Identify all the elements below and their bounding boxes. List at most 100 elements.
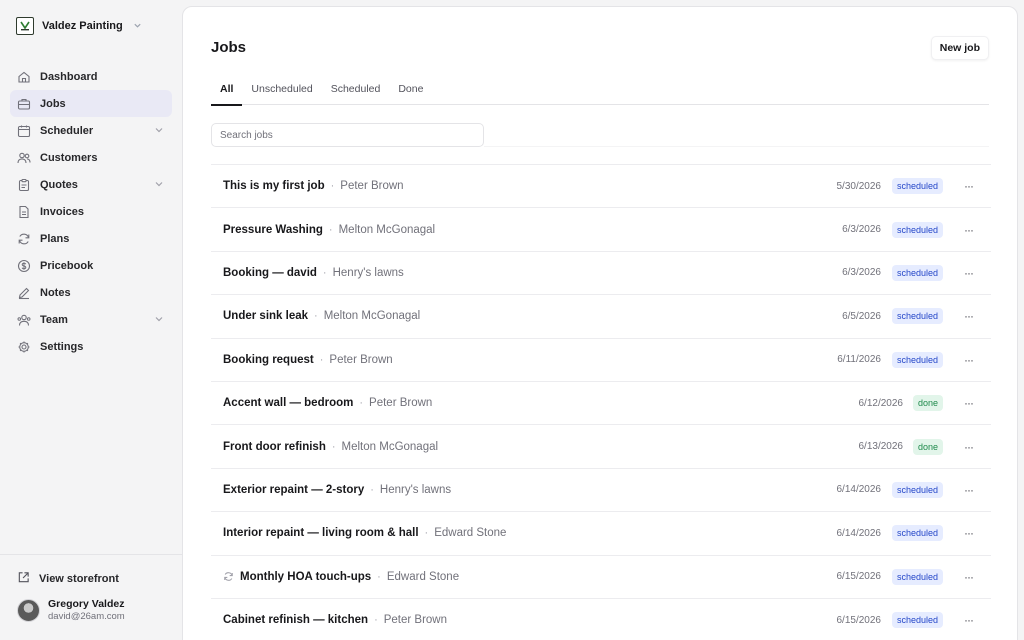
job-row[interactable]: Under sink leak · Melton McGonagal 6/5/2026… — [211, 294, 991, 337]
avatar — [17, 598, 40, 622]
job-date: 6/13/2026 — [858, 441, 904, 453]
more-actions-button[interactable]: ··· — [964, 353, 974, 367]
dollar-icon — [17, 259, 31, 273]
view-storefront-link[interactable]: View storefront — [17, 569, 119, 589]
sidebar-item-customers[interactable]: Customers — [10, 144, 172, 171]
sidebar-item-notes[interactable]: Notes — [10, 279, 172, 306]
tab-done[interactable]: Done — [389, 83, 432, 105]
separator: · — [328, 223, 333, 236]
sidebar-item-label: Notes — [40, 286, 71, 299]
home-icon — [17, 70, 31, 84]
job-row[interactable]: Front door refinish · Melton McGonagal 6/13… — [211, 424, 991, 467]
sidebar-item-team[interactable]: Team — [10, 306, 172, 333]
job-row[interactable]: Accent wall — bedroom · Peter Brown 6/12/20… — [211, 380, 991, 424]
more-actions-button[interactable]: ··· — [964, 309, 974, 323]
tab-all[interactable]: All — [211, 83, 243, 106]
job-customer: Peter Brown — [340, 180, 404, 193]
more-actions-button[interactable]: ··· — [964, 396, 974, 410]
main-panel: Jobs New job All Unscheduled Scheduled Done… — [182, 6, 1018, 640]
separator: · — [330, 180, 335, 193]
more-actions-button[interactable]: ··· — [964, 266, 974, 280]
job-row[interactable]: Exterior repaint — 2-story · Henry's lawns… — [211, 467, 991, 511]
recurring-icon — [223, 571, 234, 582]
status-badge: scheduled — [891, 568, 943, 585]
job-date: 6/3/2026 — [842, 224, 881, 236]
sidebar-item-plans[interactable]: Plans — [10, 225, 172, 252]
org-logo — [16, 17, 34, 35]
job-title: This is my first job — [223, 180, 325, 193]
chevron-down-icon[interactable] — [154, 314, 164, 327]
job-title-cell: Interior repaint — living room & hall — [211, 527, 419, 539]
chevron-down-icon[interactable] — [154, 125, 164, 138]
sidebar-item-label: Customers — [40, 151, 98, 164]
job-row[interactable]: Cabinet refinish — kitchen · Peter Brown 6/… — [211, 597, 991, 640]
job-title-cell: This is my first job — [211, 180, 325, 192]
job-title: Monthly HOA touch-ups — [240, 570, 372, 583]
org-switcher[interactable]: Valdez Painting — [16, 15, 142, 37]
tab-unscheduled[interactable]: Unscheduled — [242, 83, 321, 105]
job-title-cell: Booking — david — [211, 267, 317, 279]
status-badge: scheduled — [891, 221, 943, 238]
job-title: Cabinet refinish — kitchen — [223, 614, 369, 627]
user-menu[interactable]: Gregory Valdez david@26am.com — [17, 598, 125, 622]
sidebar-item-label: Quotes — [40, 178, 78, 191]
users-icon — [17, 151, 31, 165]
sidebar-item-scheduler[interactable]: Scheduler — [10, 117, 172, 144]
gear-icon — [17, 340, 31, 354]
job-row[interactable]: Booking — david · Henry's lawns 6/3/2026 sch… — [211, 250, 991, 294]
status-badge: scheduled — [891, 612, 943, 629]
job-row[interactable]: Pressure Washing · Melton McGonagal 6/3/202… — [211, 207, 991, 250]
more-actions-button[interactable]: ··· — [964, 613, 974, 627]
calendar-icon — [17, 124, 31, 138]
file-icon — [17, 205, 31, 219]
clipboard-icon — [17, 178, 31, 192]
job-customer: Melton McGonagal — [338, 223, 436, 236]
job-title: Pressure Washing — [223, 223, 323, 236]
job-title: Exterior repaint — 2-story — [223, 483, 365, 496]
more-actions-button[interactable]: ··· — [964, 223, 974, 237]
search-input[interactable] — [211, 123, 484, 147]
status-badge: scheduled — [891, 264, 943, 281]
more-actions-button[interactable]: ··· — [964, 526, 974, 540]
job-row[interactable]: Interior repaint — living room & hall · Ed… — [211, 511, 991, 554]
sidebar-item-settings[interactable]: Settings — [10, 333, 172, 360]
sidebar-item-label: Plans — [40, 232, 70, 245]
job-date: 6/14/2026 — [836, 527, 882, 539]
new-job-button[interactable]: New job — [930, 36, 989, 60]
more-actions-button[interactable]: ··· — [964, 179, 974, 193]
org-name: Valdez Painting — [42, 20, 123, 32]
job-title-cell: Accent wall — bedroom — [211, 397, 353, 409]
sidebar-item-label: Scheduler — [40, 124, 94, 137]
job-customer: Peter Brown — [383, 614, 448, 627]
sidebar-item-label: Invoices — [40, 205, 85, 218]
more-actions-button[interactable]: ··· — [964, 483, 974, 497]
job-row[interactable]: Booking request · Peter Brown 6/11/2026 sche… — [211, 337, 991, 381]
sidebar-item-label: Jobs — [40, 97, 66, 110]
job-row[interactable]: This is my first job · Peter Brown 5/30/202… — [211, 164, 991, 207]
sidebar-item-dashboard[interactable]: Dashboard — [10, 63, 172, 90]
pencil-icon — [17, 286, 31, 300]
status-badge: scheduled — [891, 308, 943, 325]
more-actions-button[interactable]: ··· — [964, 570, 974, 584]
job-title: Booking request — [223, 353, 314, 366]
sidebar-item-quotes[interactable]: Quotes — [10, 171, 172, 198]
sidebar-item-jobs[interactable]: Jobs — [10, 90, 172, 117]
sidebar-item-invoices[interactable]: Invoices — [10, 198, 172, 225]
tab-scheduled[interactable]: Scheduled — [322, 83, 390, 105]
external-link-icon — [17, 571, 30, 587]
toolbar-spacer — [484, 125, 989, 147]
status-badge: done — [912, 438, 943, 455]
more-actions-button[interactable]: ··· — [964, 440, 974, 454]
separator: · — [424, 527, 429, 540]
separator: · — [319, 353, 324, 366]
job-date: 6/3/2026 — [842, 267, 881, 279]
job-row[interactable]: Monthly HOA touch-ups · Edward Stone 6/15/2… — [211, 554, 991, 598]
chevron-down-icon[interactable] — [154, 179, 164, 192]
separator: · — [370, 483, 374, 496]
job-customer: Henry's lawns — [332, 266, 404, 279]
status-badge: scheduled — [891, 351, 943, 368]
job-customer: Peter Brown — [329, 353, 393, 366]
sidebar-item-pricebook[interactable]: Pricebook — [10, 252, 172, 279]
separator: · — [374, 614, 378, 627]
separator: · — [322, 266, 327, 279]
